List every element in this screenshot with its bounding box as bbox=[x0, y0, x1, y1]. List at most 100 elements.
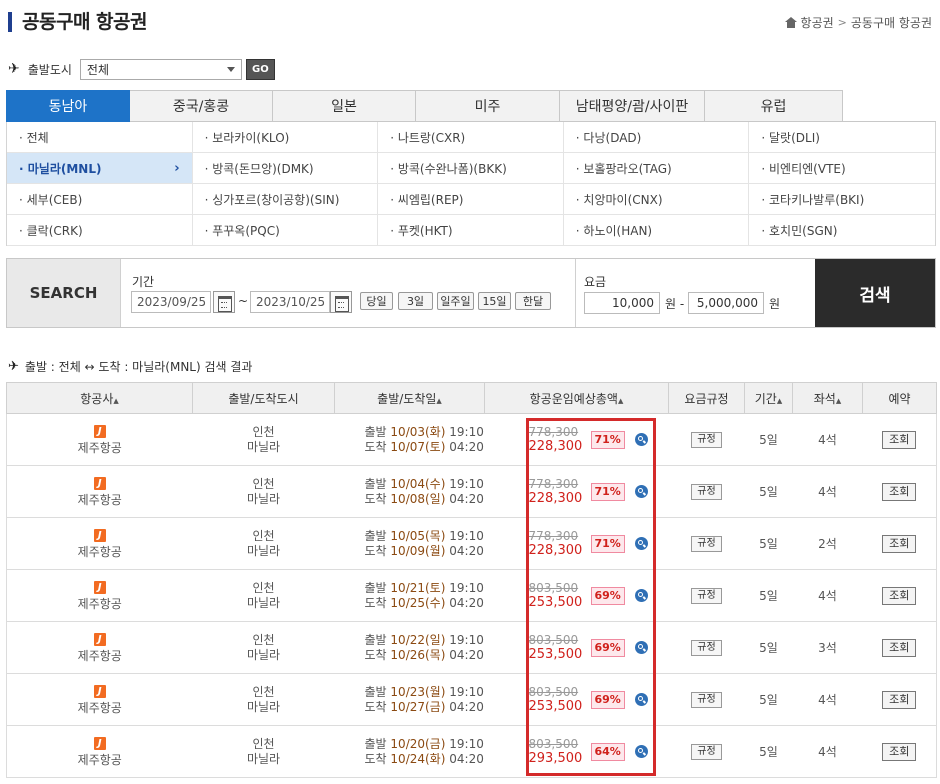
fare-rule-button[interactable]: 규정 bbox=[691, 484, 722, 500]
city-item[interactable]: · 코타키나발루(BKI) bbox=[749, 184, 935, 215]
city-item[interactable]: · 방콕(수완나폼)(BKK) bbox=[378, 153, 564, 184]
breadcrumb-item[interactable]: 항공권 bbox=[801, 14, 834, 31]
city-item[interactable]: · 전체 bbox=[7, 122, 193, 153]
view-button[interactable]: 조회 bbox=[882, 482, 917, 501]
region-tab[interactable]: 남태평양/괌/사이판 bbox=[560, 90, 705, 122]
city-item[interactable]: · 세부(CEB) bbox=[7, 184, 193, 215]
city-item[interactable]: · 푸꾸옥(PQC) bbox=[192, 215, 379, 246]
region-tab[interactable]: 동남아 bbox=[6, 90, 130, 122]
date-to-input[interactable]: 2023/10/25 bbox=[250, 291, 330, 313]
go-button[interactable]: GO bbox=[245, 58, 275, 80]
departure-time: 19:10 bbox=[449, 632, 484, 647]
view-button[interactable]: 조회 bbox=[882, 534, 917, 553]
airline-name: 제주항공 bbox=[77, 493, 122, 507]
fare-rule-button[interactable]: 규정 bbox=[691, 744, 722, 760]
date-from-input[interactable]: 2023/09/25 bbox=[131, 291, 211, 313]
range-button-3days[interactable]: 3일 bbox=[398, 292, 433, 310]
seats-cell: 2석 bbox=[792, 517, 863, 570]
arrival-time: 04:20 bbox=[449, 699, 484, 714]
city-item-label: · 비엔티엔(VTE) bbox=[761, 161, 846, 176]
airline-cell: J 제주항공 bbox=[6, 517, 193, 570]
column-header[interactable]: 기간▲ bbox=[744, 382, 793, 414]
route-cell: 인천 마닐라 bbox=[192, 621, 335, 674]
city-item[interactable]: · 다낭(DAD) bbox=[563, 122, 750, 153]
arrival-tag: 도착 bbox=[364, 647, 387, 662]
region-tab[interactable]: 유럽 bbox=[705, 90, 843, 122]
arrival-city: 마닐라 bbox=[246, 543, 281, 558]
fare-rule-button[interactable]: 규정 bbox=[691, 588, 722, 604]
breadcrumb-item[interactable]: 공동구매 항공권 bbox=[851, 14, 932, 31]
magnifier-icon[interactable] bbox=[634, 693, 648, 706]
departure-city-select[interactable]: 전체 bbox=[79, 58, 242, 80]
column-header-label: 항공운임예상총액 bbox=[529, 391, 618, 406]
magnifier-icon[interactable] bbox=[634, 433, 648, 446]
fare-rule-button[interactable]: 규정 bbox=[691, 536, 722, 552]
fare-rule-button[interactable]: 규정 bbox=[691, 432, 722, 448]
sort-arrow-icon[interactable]: ▲ bbox=[836, 397, 841, 405]
fare-cell: 778,300 228,300 71% bbox=[484, 517, 669, 570]
results-table: 항공사▲ 출발/도착도시 출발/도착일▲ 항공운임예상총액▲ 요금규정 기간▲ 좌석▲ 예약 … bbox=[6, 382, 937, 778]
column-header[interactable]: 좌석▲ bbox=[792, 382, 863, 414]
city-item[interactable]: · 보라카이(KLO) bbox=[192, 122, 379, 153]
result-summary: ✈ 출발 : 전체 ↔ 도착 : 마닐라(MNL) 검색 결과 bbox=[8, 358, 252, 375]
magnifier-icon[interactable] bbox=[634, 589, 648, 602]
city-item[interactable]: · 방콕(돈므앙)(DMK) bbox=[192, 153, 379, 184]
city-item[interactable]: · 하노이(HAN) bbox=[563, 215, 750, 246]
column-header[interactable]: 항공운임예상총액▲ bbox=[484, 382, 669, 414]
sort-arrow-icon[interactable]: ▲ bbox=[618, 397, 623, 405]
magnifier-icon[interactable] bbox=[634, 641, 648, 654]
view-button[interactable]: 조회 bbox=[882, 690, 917, 709]
magnifier-icon[interactable] bbox=[634, 485, 648, 498]
city-item[interactable]: · 푸켓(HKT) bbox=[378, 215, 564, 246]
view-button[interactable]: 조회 bbox=[882, 638, 917, 657]
sort-arrow-icon[interactable]: ▲ bbox=[436, 397, 441, 405]
city-item[interactable]: · 호치민(SGN) bbox=[749, 215, 935, 246]
city-item[interactable]: · 클락(CRK) bbox=[7, 215, 193, 246]
range-button-today[interactable]: 당일 bbox=[360, 292, 393, 310]
search-submit-button[interactable]: 검색 bbox=[815, 259, 935, 327]
seats-cell: 4석 bbox=[792, 673, 863, 726]
airline-logo: J bbox=[93, 425, 106, 438]
table-row: J 제주항공 인천 마닐라 출발 10/05(목) 19:10 도착 10/09(월) 0… bbox=[6, 517, 937, 570]
arrival-tag: 도착 bbox=[364, 699, 387, 714]
city-item-label: · 방콕(수완나폼)(BKK) bbox=[390, 161, 507, 176]
departure-schedule: 출발 10/03(화) 19:10 bbox=[365, 425, 485, 440]
arrival-city: 마닐라 bbox=[246, 595, 281, 610]
city-item[interactable]: · 보홀팡라오(TAG) bbox=[563, 153, 750, 184]
column-header[interactable]: 출발/도착일▲ bbox=[334, 382, 485, 414]
range-button-15days[interactable]: 15일 bbox=[478, 292, 511, 310]
period-cell: 5일 bbox=[744, 465, 793, 518]
city-item[interactable]: · 치앙마이(CNX) bbox=[563, 184, 750, 215]
city-item[interactable]: · 나트랑(CXR) bbox=[378, 122, 564, 153]
arrival-time: 04:20 bbox=[449, 647, 484, 662]
departure-time: 19:10 bbox=[449, 580, 484, 595]
view-button[interactable]: 조회 bbox=[882, 742, 917, 761]
range-button-week[interactable]: 일주일 bbox=[437, 292, 474, 310]
region-tab[interactable]: 일본 bbox=[273, 90, 416, 122]
breadcrumb: 항공권 > 공동구매 항공권 bbox=[784, 14, 932, 31]
city-item[interactable]: · 달랏(DLI) bbox=[749, 122, 935, 153]
fare-rule-button[interactable]: 규정 bbox=[691, 692, 722, 708]
fee-max-input[interactable]: 5,000,000 bbox=[688, 292, 764, 314]
city-item[interactable]: · 비엔티엔(VTE) bbox=[749, 153, 935, 184]
calendar-icon[interactable] bbox=[213, 291, 235, 313]
magnifier-icon[interactable] bbox=[634, 537, 648, 550]
fare-rule-button[interactable]: 규정 bbox=[691, 640, 722, 656]
column-header[interactable]: 항공사▲ bbox=[6, 382, 193, 414]
calendar-icon[interactable] bbox=[330, 291, 352, 313]
region-tab[interactable]: 미주 bbox=[416, 90, 560, 122]
city-item[interactable]: · 마닐라(MNL) › bbox=[7, 153, 193, 184]
sort-arrow-icon[interactable]: ▲ bbox=[777, 397, 782, 405]
sort-arrow-icon[interactable]: ▲ bbox=[113, 397, 118, 405]
view-button[interactable]: 조회 bbox=[882, 586, 917, 605]
range-button-month[interactable]: 한달 bbox=[515, 292, 551, 310]
date-range-separator: ~ bbox=[238, 294, 249, 308]
discount-badge: 69% bbox=[590, 587, 625, 605]
fee-min-input[interactable]: 10,000 bbox=[584, 292, 660, 314]
city-item[interactable]: · 싱가포르(창이공항)(SIN) bbox=[192, 184, 379, 215]
view-button[interactable]: 조회 bbox=[882, 430, 917, 449]
region-tab[interactable]: 중국/홍콩 bbox=[130, 90, 273, 122]
city-item[interactable]: · 씨엠립(REP) bbox=[378, 184, 564, 215]
magnifier-icon[interactable] bbox=[634, 745, 648, 758]
home-icon[interactable] bbox=[784, 17, 797, 28]
